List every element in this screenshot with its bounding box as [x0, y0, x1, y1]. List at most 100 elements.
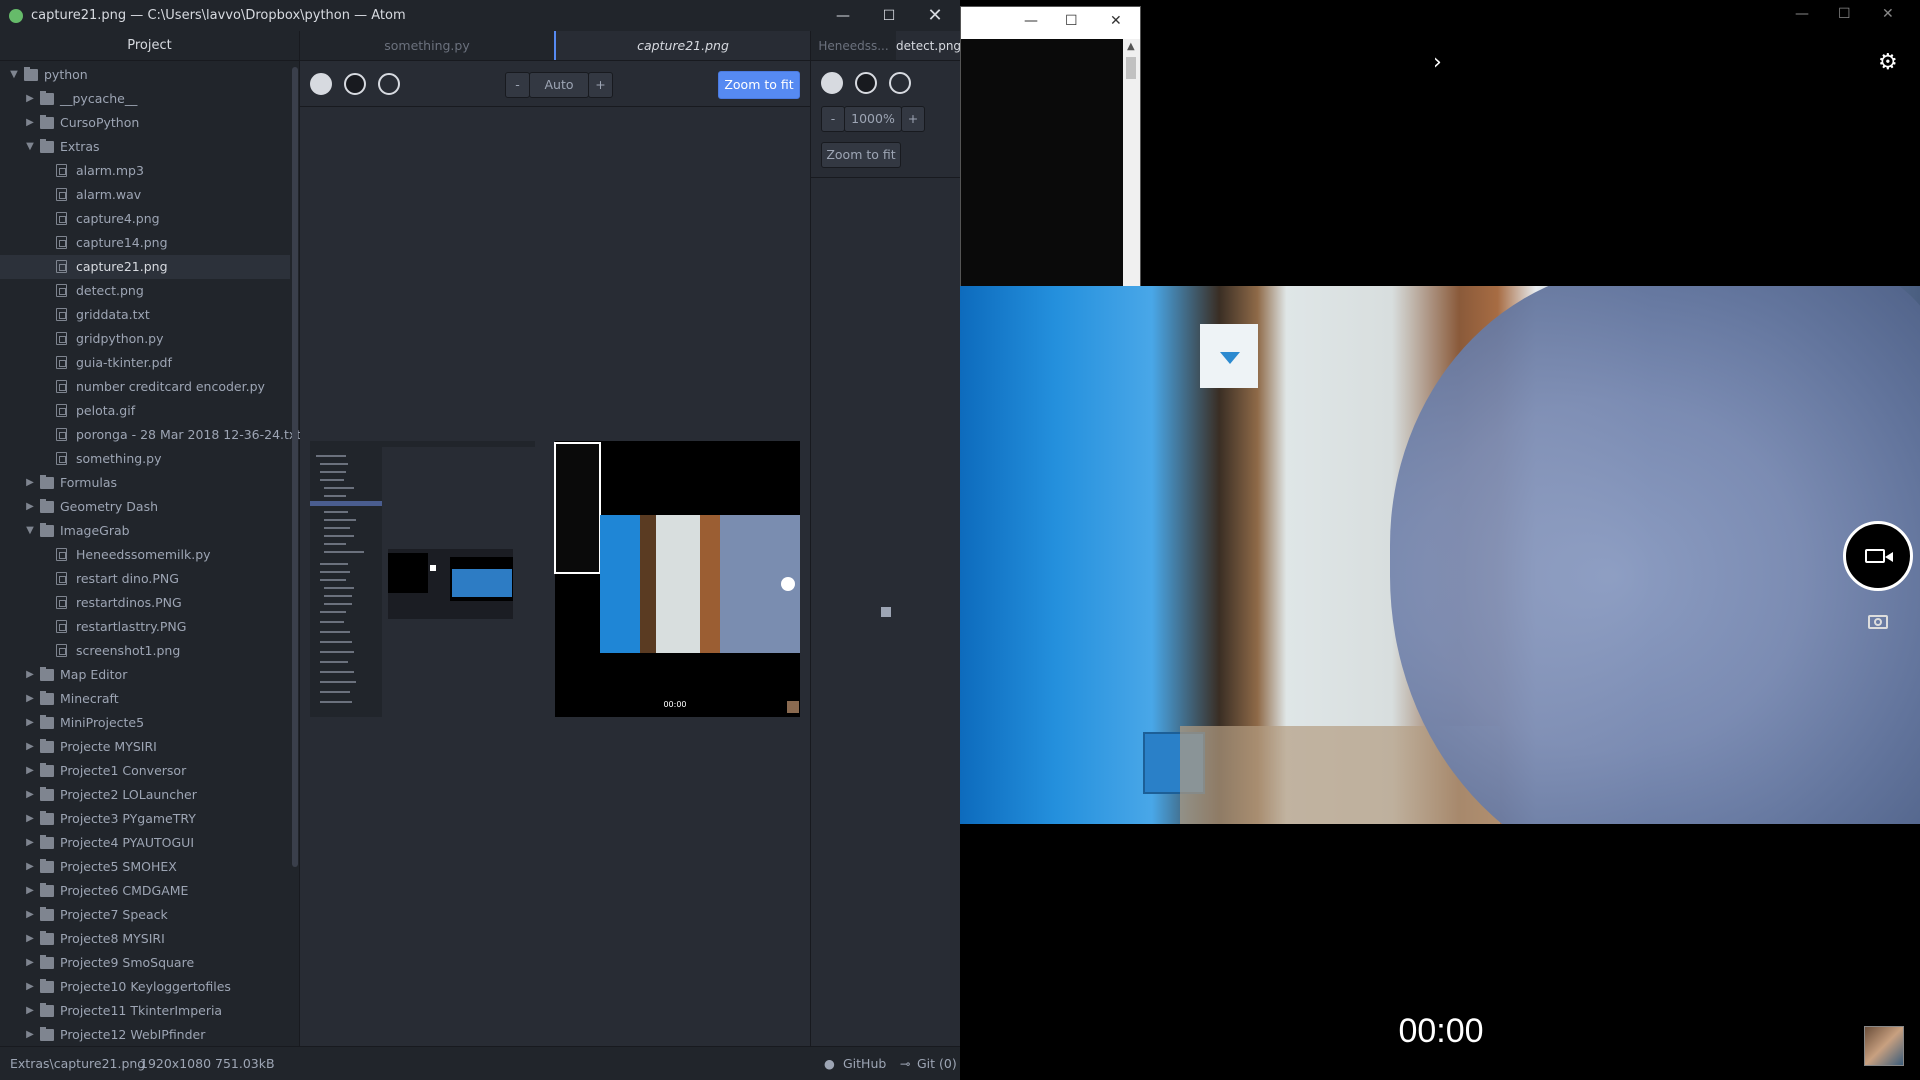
chevron-right-icon[interactable]: ▶	[24, 879, 36, 903]
tab-capture21-png[interactable]: capture21.png	[554, 31, 810, 60]
tree-file[interactable]: capture14.png	[0, 231, 290, 255]
tree-folder[interactable]: ▶ Projecte9 SmoSquare	[0, 951, 290, 975]
tree-folder[interactable]: ▶ Projecte2 LOLauncher	[0, 783, 290, 807]
chevron-right-icon[interactable]: ▶	[24, 807, 36, 831]
tab-something-py[interactable]: something.py	[300, 31, 554, 60]
chevron-right-icon[interactable]: ▶	[24, 831, 36, 855]
chevron-right-icon[interactable]: ▶	[24, 975, 36, 999]
tree-file[interactable]: guia-tkinter.pdf	[0, 351, 290, 375]
tree-folder[interactable]: ▶ Projecte12 WebIPfinder	[0, 1023, 290, 1047]
tree-file[interactable]: capture4.png	[0, 207, 290, 231]
close-icon[interactable]: ✕	[912, 0, 958, 31]
tree-folder[interactable]: ▶ Projecte10 Keyloggertofiles	[0, 975, 290, 999]
chevron-right-icon[interactable]: ▶	[24, 951, 36, 975]
tree-folder[interactable]: ▶ Projecte4 PYAUTOGUI	[0, 831, 290, 855]
chevron-down-icon[interactable]: ▼	[24, 135, 36, 159]
tree-file[interactable]: restartlasttry.PNG	[0, 615, 290, 639]
tree-file[interactable]: restartdinos.PNG	[0, 591, 290, 615]
bg-white-icon[interactable]	[310, 73, 332, 95]
tree-folder[interactable]: ▶ Projecte7 Speack	[0, 903, 290, 927]
small-minimize-icon[interactable]: —	[1024, 13, 1038, 29]
chevron-right-icon[interactable]: ▶	[24, 687, 36, 711]
tree-file[interactable]: griddata.txt	[0, 303, 290, 327]
side-zoom-out-button[interactable]: -	[821, 106, 845, 132]
tree-folder[interactable]: ▶ Minecraft	[0, 687, 290, 711]
last-capture-thumbnail[interactable]	[1864, 1026, 1904, 1066]
tree-file[interactable]: detect.png	[0, 279, 290, 303]
tree-folder[interactable]: ▶ Projecte6 CMDGAME	[0, 879, 290, 903]
chevron-down-icon[interactable]: ▼	[8, 63, 20, 87]
photo-mode-button[interactable]	[1863, 609, 1893, 633]
record-video-button[interactable]	[1843, 521, 1913, 591]
tab-heneedssomemilk[interactable]: Heneedss...	[811, 31, 896, 60]
zoom-value[interactable]: Auto	[529, 72, 589, 98]
side-zoom-to-fit-button[interactable]: Zoom to fit	[821, 142, 901, 168]
camera-maximize-icon[interactable]: ☐	[1838, 6, 1851, 22]
tree-folder[interactable]: ▶ Projecte MYSIRI	[0, 735, 290, 759]
chevron-right-icon[interactable]: ▶	[24, 1023, 36, 1047]
tree-folder[interactable]: ▼ ImageGrab	[0, 519, 290, 543]
tree-folder[interactable]: ▶ __pycache__	[0, 87, 290, 111]
tree-folder[interactable]: ▼ Extras	[0, 135, 290, 159]
tree-file[interactable]: restart dino.PNG	[0, 567, 290, 591]
tree-scrollbar[interactable]	[292, 67, 298, 867]
chevron-right-icon[interactable]: ▶	[24, 495, 36, 519]
tree-file[interactable]: Heneedssomemilk.py	[0, 543, 290, 567]
side-zoom-value[interactable]: 1000%	[844, 106, 902, 132]
scroll-up-icon[interactable]: ▲	[1127, 41, 1135, 52]
chevron-right-icon[interactable]: ▶	[24, 783, 36, 807]
tree-folder[interactable]: ▶ CursoPython	[0, 111, 290, 135]
tree-file[interactable]: number creditcard encoder.py	[0, 375, 290, 399]
scroll-thumb[interactable]	[1126, 57, 1136, 79]
status-path[interactable]: Extras\capture21.png	[10, 1056, 145, 1071]
chevron-right-icon[interactable]: ›	[1433, 50, 1442, 75]
tree-file[interactable]: gridpython.py	[0, 327, 290, 351]
status-git[interactable]: Git (0)	[917, 1056, 957, 1071]
chevron-right-icon[interactable]: ▶	[24, 855, 36, 879]
tree-folder[interactable]: ▶ Projecte11 TkinterImperia	[0, 999, 290, 1023]
tree-file[interactable]: something.py	[0, 447, 290, 471]
tree-folder[interactable]: ▶ Projecte1 Conversor	[0, 759, 290, 783]
tree-file[interactable]: pelota.gif	[0, 399, 290, 423]
tree-folder[interactable]: ▶ MiniProjecte5	[0, 711, 290, 735]
small-close-icon[interactable]: ✕	[1110, 13, 1122, 29]
chevron-right-icon[interactable]: ▶	[24, 735, 36, 759]
camera-minimize-icon[interactable]: —	[1795, 6, 1809, 22]
maximize-icon[interactable]: ☐	[866, 0, 912, 31]
chevron-right-icon[interactable]: ▶	[24, 87, 36, 111]
chevron-right-icon[interactable]: ▶	[24, 759, 36, 783]
tree-file[interactable]: capture21.png	[0, 255, 290, 279]
side-bg-white-icon[interactable]	[821, 72, 843, 94]
chevron-down-icon[interactable]: ▼	[24, 519, 36, 543]
tree-folder[interactable]: ▶ Projecte5 SMOHEX	[0, 855, 290, 879]
chevron-right-icon[interactable]: ▶	[24, 903, 36, 927]
tree-folder[interactable]: ▶ Map Editor	[0, 663, 290, 687]
tree-header[interactable]: Project	[0, 31, 299, 61]
tree-file[interactable]: alarm.wav	[0, 183, 290, 207]
minimize-icon[interactable]: —	[820, 0, 866, 31]
gear-icon[interactable]: ⚙	[1878, 50, 1898, 75]
tree-folder[interactable]: ▶ Projecte8 MYSIRI	[0, 927, 290, 951]
chevron-right-icon[interactable]: ▶	[24, 999, 36, 1023]
tree-file[interactable]: screenshot1.png	[0, 639, 290, 663]
zoom-in-button[interactable]: +	[588, 72, 613, 98]
chevron-right-icon[interactable]: ▶	[24, 663, 36, 687]
side-zoom-in-button[interactable]: +	[901, 106, 925, 132]
tree-file[interactable]: poronga - 28 Mar 2018 12-36-24.txt	[0, 423, 301, 447]
camera-close-icon[interactable]: ✕	[1882, 6, 1894, 22]
chevron-right-icon[interactable]: ▶	[24, 927, 36, 951]
zoom-out-button[interactable]: -	[505, 72, 530, 98]
chevron-right-icon[interactable]: ▶	[24, 471, 36, 495]
zoom-to-fit-button[interactable]: Zoom to fit	[718, 71, 800, 99]
tree-folder[interactable]: ▶ Formulas	[0, 471, 290, 495]
small-maximize-icon[interactable]: ☐	[1065, 13, 1078, 29]
side-bg-transparent-icon[interactable]	[889, 72, 911, 94]
chevron-right-icon[interactable]: ▶	[24, 111, 36, 135]
status-github[interactable]: GitHub	[843, 1056, 886, 1071]
tab-detect-png[interactable]: detect.png	[896, 31, 961, 60]
chevron-right-icon[interactable]: ▶	[24, 711, 36, 735]
bg-transparent-icon[interactable]	[378, 73, 400, 95]
tree-folder[interactable]: ▶ Geometry Dash	[0, 495, 290, 519]
side-bg-checker-icon[interactable]	[855, 72, 877, 94]
bg-checker-icon[interactable]	[344, 73, 366, 95]
